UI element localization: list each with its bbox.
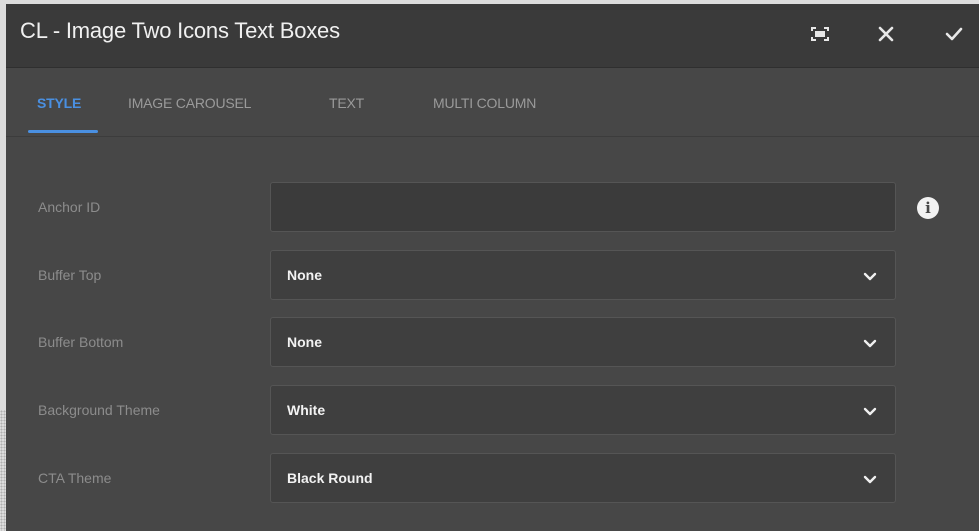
buffer-top-label: Buffer Top xyxy=(38,267,102,283)
dialog-titlebar: CL - Image Two Icons Text Boxes xyxy=(6,4,979,68)
close-button[interactable] xyxy=(870,18,902,50)
cta-theme-label: CTA Theme xyxy=(38,470,112,486)
fullscreen-icon xyxy=(811,27,829,41)
active-tab-indicator xyxy=(28,130,98,133)
background-theme-value: White xyxy=(287,402,326,418)
done-button[interactable] xyxy=(938,18,970,50)
tab-bar: STYLE IMAGE CAROUSEL TEXT MULTI COLUMN xyxy=(6,68,979,137)
buffer-bottom-label: Buffer Bottom xyxy=(38,334,124,350)
fullscreen-button[interactable] xyxy=(804,18,836,50)
cta-theme-value: Black Round xyxy=(287,470,373,486)
tab-style[interactable]: STYLE xyxy=(37,95,81,111)
tab-text[interactable]: TEXT xyxy=(329,95,364,111)
buffer-bottom-value: None xyxy=(287,334,322,350)
component-dialog: CL - Image Two Icons Text Boxes STYLE IM… xyxy=(6,4,979,531)
dialog-title: CL - Image Two Icons Text Boxes xyxy=(20,18,340,43)
background-theme-select[interactable]: White xyxy=(270,385,896,435)
checkmark-icon xyxy=(945,26,963,42)
tab-multi-column[interactable]: MULTI COLUMN xyxy=(433,95,536,111)
buffer-top-value: None xyxy=(287,267,322,283)
buffer-bottom-row: Buffer Bottom None xyxy=(6,317,979,369)
chevron-down-icon xyxy=(863,404,877,422)
anchor-id-label: Anchor ID xyxy=(38,199,101,215)
chevron-down-icon xyxy=(863,336,877,354)
anchor-id-input[interactable] xyxy=(270,182,896,232)
buffer-bottom-select[interactable]: None xyxy=(270,317,896,367)
background-theme-label: Background Theme xyxy=(38,402,160,418)
close-icon xyxy=(878,26,894,42)
chevron-down-icon xyxy=(863,472,877,490)
tab-image-carousel[interactable]: IMAGE CAROUSEL xyxy=(128,95,251,111)
buffer-top-select[interactable]: None xyxy=(270,250,896,300)
buffer-top-row: Buffer Top None xyxy=(6,250,979,302)
cta-theme-select[interactable]: Black Round xyxy=(270,453,896,503)
anchor-id-row: Anchor ID xyxy=(6,182,979,234)
chevron-down-icon xyxy=(863,269,877,287)
background-theme-row: Background Theme White xyxy=(6,385,979,437)
cta-theme-row: CTA Theme Black Round xyxy=(6,453,979,505)
